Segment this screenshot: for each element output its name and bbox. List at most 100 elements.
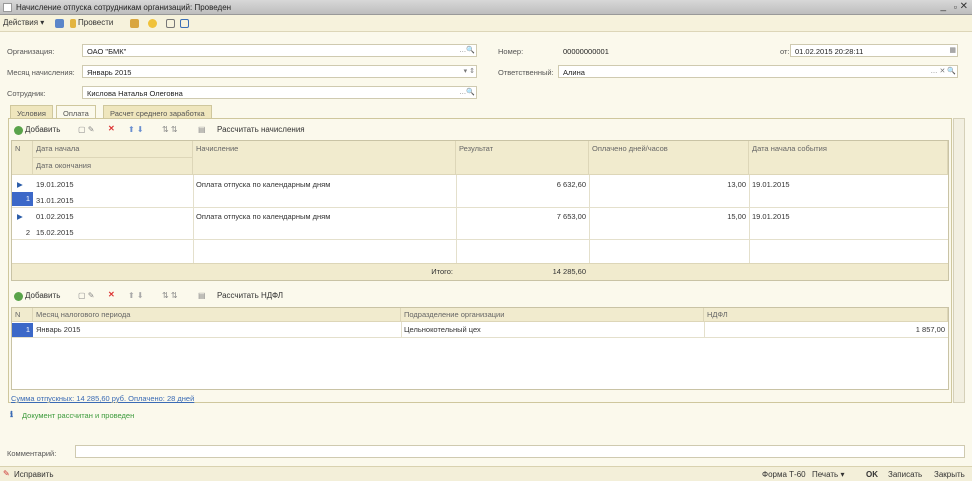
row-marker-icon: ▶ xyxy=(17,212,23,221)
bottom-bar: ✎ Исправить Форма Т-60 Печать ▾ OK Запис… xyxy=(0,466,972,481)
clear-search-icon[interactable]: … ✕ 🔍 xyxy=(931,67,956,75)
row-number: 2 xyxy=(25,228,30,237)
dropdown-spin-icon[interactable]: ▾ ⇕ xyxy=(464,67,475,75)
date-label: от: xyxy=(780,47,790,56)
summary-link[interactable]: Сумма отпускных: 14 285,60 руб. Оплачено… xyxy=(11,394,194,403)
organization-field[interactable]: ОАО "БМК" …🔍 xyxy=(82,44,477,57)
department: Цельнокотельный цех xyxy=(404,325,481,334)
ok-button[interactable]: OK xyxy=(866,470,878,479)
calendar-icon[interactable]: ▦ xyxy=(949,46,956,54)
post-button[interactable]: Провести xyxy=(78,18,113,27)
col-department[interactable]: Подразделение организации xyxy=(401,308,704,322)
accruals-table: N Дата начала Дата окончания Начисление … xyxy=(11,140,949,281)
delete-icon[interactable]: ✕ xyxy=(108,290,115,299)
post-icon xyxy=(70,19,76,28)
start-date: 01.02.2015 xyxy=(36,212,74,221)
col-type[interactable]: Начисление xyxy=(193,141,456,175)
info-icon: ℹ xyxy=(10,410,14,419)
table-icon[interactable]: ▤ xyxy=(198,291,206,300)
result: 6 632,60 xyxy=(556,180,586,189)
window-icon xyxy=(3,3,12,12)
delete-icon[interactable]: ✕ xyxy=(108,124,115,133)
scrollbar[interactable] xyxy=(953,118,965,403)
row-number: 1 xyxy=(12,192,33,206)
col-event[interactable]: Дата начала события xyxy=(749,141,948,175)
col-result[interactable]: Результат xyxy=(456,141,589,175)
total-value: 14 285,60 xyxy=(552,267,586,276)
add-icon xyxy=(14,126,23,135)
accrual-type: Оплата отпуска по календарным дням xyxy=(196,212,331,221)
total-label: Итого: xyxy=(431,267,453,276)
main-toolbar: Действия ▾ Провести xyxy=(0,15,972,32)
table-icon[interactable]: ▤ xyxy=(198,125,206,134)
organization-label: Организация: xyxy=(7,47,55,56)
copy-edit-icons[interactable]: ▢ ✎ xyxy=(78,291,94,300)
close-button[interactable]: ✕ xyxy=(960,1,968,12)
title-bar: Начисление отпуска сотрудникам организац… xyxy=(0,0,972,15)
fix-icon: ✎ xyxy=(3,469,10,478)
col-paid[interactable]: Оплачено дней/часов xyxy=(589,141,749,175)
paid: 13,00 xyxy=(727,180,746,189)
date-field[interactable]: 01.02.2015 20:28:11 ▦ xyxy=(790,44,958,57)
date-value: 01.02.2015 20:28:11 xyxy=(795,47,864,56)
copy-edit-icons[interactable]: ▢ ✎ xyxy=(78,125,94,134)
structure-icon[interactable] xyxy=(180,19,189,28)
number-label: Номер: xyxy=(498,47,524,56)
col-month[interactable]: Месяц налогового периода xyxy=(33,308,401,322)
save-icon[interactable] xyxy=(55,19,64,28)
employee-value: Кислова Наталья Олеговна xyxy=(87,89,183,98)
search-icon[interactable]: …🔍 xyxy=(459,46,475,54)
end-date: 31.01.2015 xyxy=(36,196,74,205)
save-button[interactable]: Записать xyxy=(888,470,922,479)
actions-menu[interactable]: Действия ▾ xyxy=(3,18,44,27)
add-accrual-button[interactable]: Добавить xyxy=(25,125,60,134)
paid: 15,00 xyxy=(727,212,746,221)
start-date: 19.01.2015 xyxy=(36,180,74,189)
sort-icons[interactable]: ⇅ ⇅ xyxy=(162,125,178,134)
responsible-field[interactable]: Алина … ✕ 🔍 xyxy=(558,65,958,78)
window-title: Начисление отпуска сотрудникам организац… xyxy=(16,3,232,12)
maximize-button[interactable]: ▫ xyxy=(954,2,957,12)
col-end[interactable]: Дата окончания xyxy=(33,158,193,175)
calculate-ndfl-button[interactable]: Рассчитать НДФЛ xyxy=(217,291,283,300)
event-date: 19.01.2015 xyxy=(752,212,790,221)
employee-label: Сотрудник: xyxy=(7,89,46,98)
status-message: Документ рассчитан и проведен xyxy=(22,411,135,420)
add-ndfl-button[interactable]: Добавить xyxy=(25,291,60,300)
month-label: Месяц начисления: xyxy=(7,68,75,77)
calculate-accruals-button[interactable]: Рассчитать начисления xyxy=(217,125,305,134)
move-up-down-icons[interactable]: ⬆ ⬇ xyxy=(128,291,144,300)
fix-button[interactable]: Исправить xyxy=(14,470,54,479)
help-icon[interactable] xyxy=(148,19,157,28)
month-field[interactable]: Январь 2015 ▾ ⇕ xyxy=(82,65,477,78)
tab-average-earnings[interactable]: Расчет среднего заработка xyxy=(103,105,212,119)
move-up-down-icons[interactable]: ⬆ ⬇ xyxy=(128,125,144,134)
col-ndfl[interactable]: НДФЛ xyxy=(704,308,948,322)
employee-field[interactable]: Кислова Наталья Олеговна …🔍 xyxy=(82,86,477,99)
actions-label: Действия xyxy=(3,18,39,27)
number-field[interactable]: 00000000001 xyxy=(558,44,777,57)
totals-row: Итого: 14 285,60 xyxy=(12,263,948,280)
tax-month: Январь 2015 xyxy=(36,325,81,334)
event-date: 19.01.2015 xyxy=(752,180,790,189)
comment-field[interactable] xyxy=(75,445,965,458)
row-number: 1 xyxy=(12,323,33,337)
responsible-label: Ответственный: xyxy=(498,68,554,77)
close-form-button[interactable]: Закрыть xyxy=(934,470,965,479)
print-button[interactable]: Печать ▾ xyxy=(812,470,844,479)
sort-icons[interactable]: ⇅ ⇅ xyxy=(162,291,178,300)
tab-conditions[interactable]: Условия xyxy=(10,105,53,119)
result: 7 653,00 xyxy=(556,212,586,221)
search-icon[interactable]: …🔍 xyxy=(459,88,475,96)
list-icon[interactable] xyxy=(166,19,175,28)
form-t60-button[interactable]: Форма Т-60 xyxy=(762,470,806,479)
ndfl-amount: 1 857,00 xyxy=(915,325,945,334)
ndfl-table: N Месяц налогового периода Подразделение… xyxy=(11,307,949,390)
comment-label: Комментарий: xyxy=(7,449,57,458)
print-label: Печать xyxy=(812,470,839,479)
col-n: N xyxy=(12,141,33,175)
col-n: N xyxy=(12,308,33,322)
col-start[interactable]: Дата начала xyxy=(33,141,193,158)
minimize-button[interactable]: _ xyxy=(940,1,946,12)
unpost-icon[interactable] xyxy=(130,19,139,28)
